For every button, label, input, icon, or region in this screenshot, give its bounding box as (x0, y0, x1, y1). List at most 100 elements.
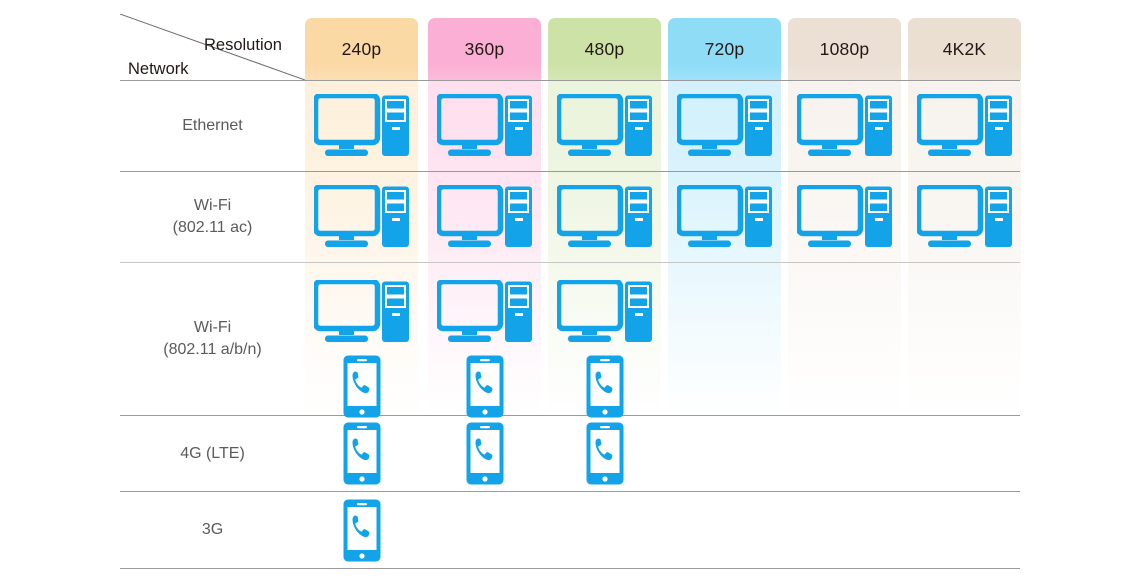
cell-r1-c2-pc (548, 172, 661, 262)
mobile-phone-icon (586, 422, 623, 485)
cell-r0-c3-pc (668, 81, 781, 171)
row-label-1: Wi-Fi (802.11 ac) (120, 195, 305, 239)
desktop-computer-icon (915, 92, 1012, 156)
desktop-computer-icon (915, 183, 1012, 247)
desktop-computer-icon (312, 278, 409, 342)
icon-stack (788, 172, 901, 262)
row-divider-4 (120, 491, 1020, 492)
desktop-computer-icon (675, 92, 772, 156)
desktop-computer-icon (555, 183, 652, 247)
desktop-computer-icon (312, 183, 409, 247)
mobile-phone (343, 422, 381, 490)
row-label-line2: (802.11 a/b/n) (163, 341, 262, 359)
row-label-line1: 4G (LTE) (180, 444, 245, 462)
cell-r3-c0-phone (305, 416, 418, 491)
icon-stack (305, 81, 418, 171)
desktop-computer-icon (435, 92, 532, 156)
desktop-computer (312, 278, 410, 349)
icon-stack (305, 416, 418, 491)
cell-r0-c1-pc (428, 81, 541, 171)
cell-r3-c2-phone (548, 416, 661, 491)
desktop-computer-icon (795, 183, 892, 247)
mobile-phone (586, 422, 624, 490)
desktop-computer-icon (435, 183, 532, 247)
mobile-phone (343, 355, 381, 423)
desktop-computer (675, 183, 773, 254)
desktop-computer (795, 183, 893, 254)
network-resolution-matrix: 240p 360p 480p 720p 1080p 4K2K Resolution Netwo… (0, 0, 1140, 583)
cell-r2-c2-pc+phone (548, 263, 661, 418)
row-label-line1: Ethernet (182, 117, 243, 134)
cell-r1-c4-pc (788, 172, 901, 262)
desktop-computer (312, 183, 410, 254)
icon-stack (548, 416, 661, 491)
desktop-computer (795, 92, 893, 163)
mobile-phone-icon (586, 355, 623, 418)
icon-stack (305, 172, 418, 262)
desktop-computer (555, 92, 653, 163)
desktop-computer-icon (555, 92, 652, 156)
cell-r0-c2-pc (548, 81, 661, 171)
mobile-phone-icon (343, 422, 380, 485)
mobile-phone (466, 355, 504, 423)
cell-r3-c1-phone (428, 416, 541, 491)
desktop-computer-icon (795, 92, 892, 156)
cell-r1-c3-pc (668, 172, 781, 262)
desktop-computer (555, 183, 653, 254)
cell-r2-c0-pc+phone (305, 263, 418, 418)
column-header-label-480p: 480p (584, 39, 625, 59)
row-label-line1: 3G (201, 521, 224, 538)
mobile-phone (586, 355, 624, 423)
cell-r0-c4-pc (788, 81, 901, 171)
desktop-computer-icon (312, 92, 409, 156)
row-label-line1: Wi-Fi (193, 197, 232, 214)
desktop-computer (675, 92, 773, 163)
desktop-computer-icon (555, 278, 652, 342)
icon-stack (428, 81, 541, 171)
column-axis-label: Resolution (204, 36, 282, 54)
mobile-phone-icon (343, 499, 380, 561)
desktop-computer (555, 278, 653, 349)
icon-stack (428, 263, 541, 418)
icon-stack (788, 81, 901, 171)
row-label-0: Ethernet (120, 115, 305, 137)
desktop-computer (312, 92, 410, 163)
row-axis-label: Network (128, 60, 189, 78)
desktop-computer (915, 92, 1013, 163)
icon-stack (548, 81, 661, 171)
row-divider-5 (120, 568, 1020, 569)
matrix-corner-cell: Resolution Network (120, 14, 305, 80)
icon-stack (428, 416, 541, 491)
mobile-phone-icon (343, 355, 380, 418)
cell-r4-c0-phone (305, 492, 418, 568)
cell-r0-c0-pc (305, 81, 418, 171)
desktop-computer (435, 92, 533, 163)
icon-stack (548, 263, 661, 418)
column-header-label-360p: 360p (464, 39, 505, 59)
icon-stack (908, 172, 1021, 262)
icon-stack (668, 172, 781, 262)
row-label-line2: (802.11 ac) (172, 219, 253, 237)
mobile-phone-icon (466, 422, 503, 485)
row-label-2: Wi-Fi (802.11 a/b/n) (120, 317, 305, 361)
mobile-phone (343, 499, 381, 567)
desktop-computer-icon (435, 278, 532, 342)
icon-stack (548, 172, 661, 262)
desktop-computer (435, 278, 533, 349)
row-label-3: 4G (LTE) (120, 443, 305, 465)
column-header-label-240p: 240p (341, 39, 382, 59)
desktop-computer-icon (675, 183, 772, 247)
icon-stack (428, 172, 541, 262)
cell-r1-c0-pc (305, 172, 418, 262)
icon-stack (305, 492, 418, 568)
cell-r2-c1-pc+phone (428, 263, 541, 418)
column-header-label-1080p: 1080p (819, 39, 870, 59)
column-header-label-720p: 720p (704, 39, 745, 59)
mobile-phone-icon (466, 355, 503, 418)
icon-stack (305, 263, 418, 418)
cell-r1-c5-pc (908, 172, 1021, 262)
column-header-label-4K2K: 4K2K (942, 39, 987, 59)
cell-r1-c1-pc (428, 172, 541, 262)
icon-stack (908, 81, 1021, 171)
desktop-computer (435, 183, 533, 254)
